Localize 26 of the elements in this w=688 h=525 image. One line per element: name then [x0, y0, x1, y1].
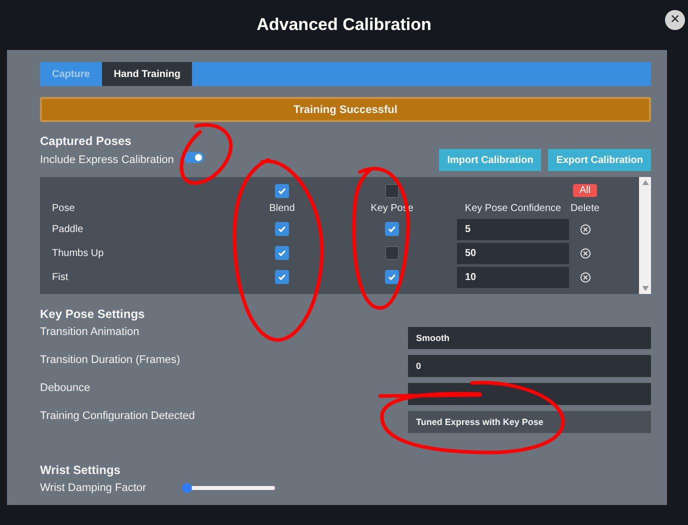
- section-title: Wrist Settings: [40, 463, 122, 477]
- tab[interactable]: Hand Training: [102, 62, 192, 86]
- status-banner: Training Successful: [40, 97, 651, 122]
- pose-name: Fist: [52, 272, 70, 282]
- confidence-field[interactable]: 50: [457, 242, 569, 264]
- setting-label: Training Configuration Detected: [40, 410, 195, 422]
- confidence-field[interactable]: 10: [457, 266, 569, 288]
- column-header: Pose: [52, 202, 76, 214]
- column-header: Delete: [570, 202, 600, 214]
- column-header: Blend: [268, 202, 296, 214]
- setting-field[interactable]: Smooth: [408, 327, 651, 349]
- setting-field: Tuned Express with Key Pose: [408, 411, 651, 433]
- toggle-label: Include Express Calibration: [40, 154, 174, 166]
- pose-name: Paddle: [52, 224, 84, 234]
- setting-label: Transition Animation: [40, 326, 140, 338]
- setting-label: Transition Duration (Frames): [40, 354, 180, 366]
- slider-label: Wrist Damping Factor: [40, 482, 148, 494]
- confidence-field[interactable]: 5: [457, 218, 569, 240]
- setting-field[interactable]: 0: [408, 355, 651, 377]
- section-title: Captured Poses: [40, 134, 132, 148]
- window-title: Advanced Calibration: [256, 15, 432, 35]
- column-header: Key Pose Confidence: [464, 202, 562, 214]
- setting-label: Debounce: [40, 382, 90, 394]
- close-button[interactable]: ×: [665, 10, 685, 30]
- pose-name: Thumbs Up: [52, 248, 105, 258]
- section-title: Key Pose Settings: [40, 307, 146, 321]
